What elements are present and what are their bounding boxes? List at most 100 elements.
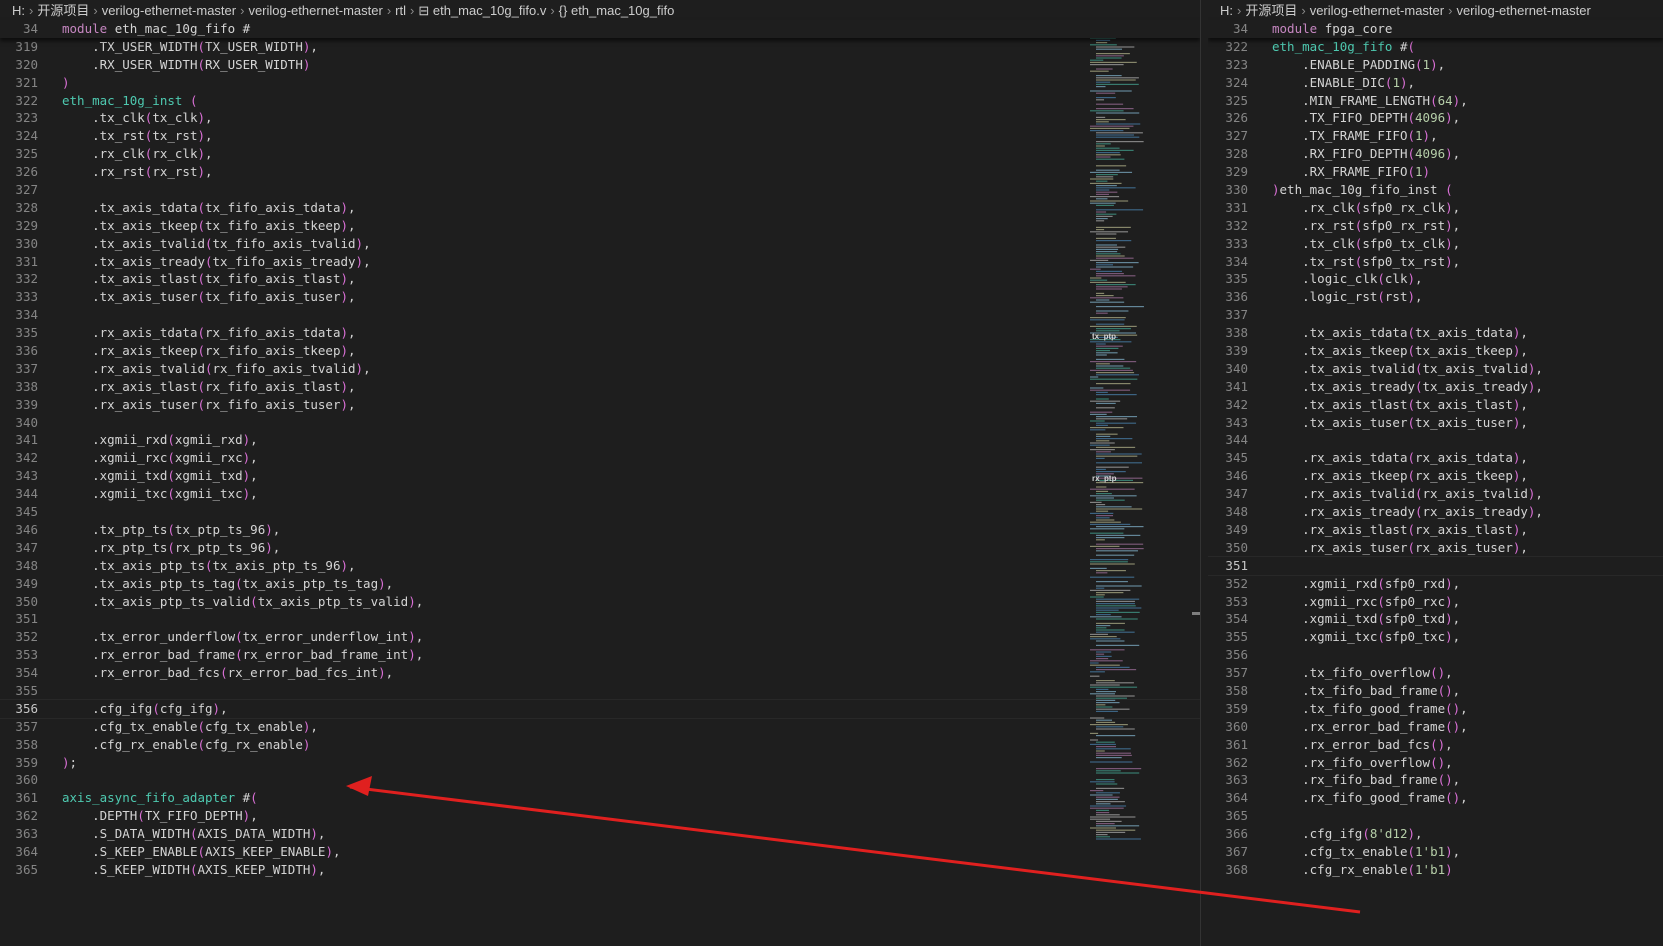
code-text[interactable]: .S_DATA_WIDTH(AXIS_DATA_WIDTH), — [62, 825, 325, 843]
code-text[interactable]: .tx_axis_tdata(tx_fifo_axis_tdata), — [62, 199, 355, 217]
code-line[interactable]: 343 .tx_axis_tuser(tx_axis_tuser), — [1208, 414, 1663, 432]
code-line[interactable]: 354 .rx_error_bad_fcs(rx_error_bad_fcs_i… — [0, 664, 1200, 682]
code-text[interactable]: .cfg_rx_enable(cfg_rx_enable) — [62, 736, 310, 754]
code-line[interactable]: 333 .tx_clk(sfp0_tx_clk), — [1208, 235, 1663, 253]
code-text[interactable]: .rx_axis_tuser(rx_fifo_axis_tuser), — [62, 396, 355, 414]
code-line[interactable]: 325 .MIN_FRAME_LENGTH(64), — [1208, 92, 1663, 110]
code-line[interactable]: 337 .rx_axis_tvalid(rx_fifo_axis_tvalid)… — [0, 360, 1200, 378]
code-line[interactable]: 326 .rx_rst(rx_rst), — [0, 163, 1200, 181]
code-line[interactable]: 346 .tx_ptp_ts(tx_ptp_ts_96), — [0, 521, 1200, 539]
code-line[interactable]: 355 .xgmii_txc(sfp0_txc), — [1208, 628, 1663, 646]
code-line[interactable]: 335 .logic_clk(clk), — [1208, 270, 1663, 288]
code-text[interactable]: .xgmii_rxd(sfp0_rxd), — [1272, 575, 1460, 593]
code-line[interactable]: 365 .S_KEEP_WIDTH(AXIS_KEEP_WIDTH), — [0, 861, 1200, 879]
code-line[interactable]: 344 — [1208, 431, 1663, 449]
code-line[interactable]: 331 .rx_clk(sfp0_rx_clk), — [1208, 199, 1663, 217]
code-text[interactable]: .rx_fifo_bad_frame(), — [1272, 771, 1460, 789]
code-line[interactable]: 363 .rx_fifo_bad_frame(), — [1208, 771, 1663, 789]
code-text[interactable]: .tx_axis_ptp_ts_tag(tx_axis_ptp_ts_tag), — [62, 575, 393, 593]
code-line[interactable]: 365 — [1208, 807, 1663, 825]
code-line[interactable]: 367 .cfg_tx_enable(1'b1), — [1208, 843, 1663, 861]
breadcrumb-item[interactable]: 开源项目 — [1245, 3, 1297, 18]
code-text[interactable]: .rx_axis_tuser(rx_axis_tuser), — [1272, 539, 1528, 557]
code-text[interactable]: .rx_rst(sfp0_rx_rst), — [1272, 217, 1460, 235]
code-line[interactable]: 350 .tx_axis_ptp_ts_valid(tx_axis_ptp_ts… — [0, 593, 1200, 611]
code-line[interactable]: 368 .cfg_rx_enable(1'b1) — [1208, 861, 1663, 879]
code-line[interactable]: 361 .rx_error_bad_fcs(), — [1208, 736, 1663, 754]
code-text[interactable]: .xgmii_rxd(xgmii_rxd), — [62, 431, 258, 449]
breadcrumb-item[interactable]: verilog-ethernet-master — [102, 3, 236, 18]
code-text[interactable]: .DEPTH(TX_FIFO_DEPTH), — [62, 807, 258, 825]
code-line[interactable]: 330)eth_mac_10g_fifo_inst ( — [1208, 181, 1663, 199]
code-text[interactable]: .xgmii_txd(xgmii_txd), — [62, 467, 258, 485]
code-text[interactable]: module fpga_core — [1272, 20, 1392, 38]
code-text[interactable]: eth_mac_10g_inst ( — [62, 92, 197, 110]
code-line[interactable]: 351 — [0, 610, 1200, 628]
code-text[interactable]: .cfg_ifg(cfg_ifg), — [62, 700, 228, 718]
code-text[interactable]: .logic_clk(clk), — [1272, 270, 1422, 288]
code-line[interactable]: 363 .S_DATA_WIDTH(AXIS_DATA_WIDTH), — [0, 825, 1200, 843]
code-line[interactable]: 334 .tx_rst(sfp0_tx_rst), — [1208, 253, 1663, 271]
code-text[interactable]: .RX_USER_WIDTH(RX_USER_WIDTH) — [62, 56, 310, 74]
code-line[interactable]: 350 .rx_axis_tuser(rx_axis_tuser), — [1208, 539, 1663, 557]
code-line[interactable]: 324 .tx_rst(tx_rst), — [0, 127, 1200, 145]
code-line[interactable]: 347 .rx_ptp_ts(rx_ptp_ts_96), — [0, 539, 1200, 557]
code-text[interactable]: .S_KEEP_ENABLE(AXIS_KEEP_ENABLE), — [62, 843, 340, 861]
sticky-scroll-header[interactable]: 34 module fpga_core — [1208, 20, 1663, 38]
code-line[interactable]: 338 .tx_axis_tdata(tx_axis_tdata), — [1208, 324, 1663, 342]
code-text[interactable]: .tx_clk(tx_clk), — [62, 109, 212, 127]
code-line[interactable]: 346 .rx_axis_tkeep(rx_axis_tkeep), — [1208, 467, 1663, 485]
code-line[interactable]: 334 — [0, 306, 1200, 324]
code-line[interactable]: 338 .rx_axis_tlast(rx_fifo_axis_tlast), — [0, 378, 1200, 396]
code-line[interactable]: 328 .RX_FIFO_DEPTH(4096), — [1208, 145, 1663, 163]
code-line[interactable]: 344 .xgmii_txc(xgmii_txc), — [0, 485, 1200, 503]
code-line[interactable]: 343 .xgmii_txd(xgmii_txd), — [0, 467, 1200, 485]
code-text[interactable]: .tx_axis_ptp_ts(tx_axis_ptp_ts_96), — [62, 557, 355, 575]
code-text[interactable]: .xgmii_txd(sfp0_txd), — [1272, 610, 1460, 628]
code-line[interactable]: 354 .xgmii_txd(sfp0_txd), — [1208, 610, 1663, 628]
code-text[interactable]: .tx_axis_tvalid(tx_axis_tvalid), — [1272, 360, 1543, 378]
code-line[interactable]: 322 eth_mac_10g_inst ( — [0, 92, 1200, 110]
code-text[interactable]: .rx_error_bad_fcs(rx_error_bad_fcs_int), — [62, 664, 393, 682]
code-line[interactable]: 353 .rx_error_bad_frame(rx_error_bad_fra… — [0, 646, 1200, 664]
breadcrumb-item[interactable]: 开源项目 — [37, 3, 89, 18]
code-editor[interactable]: 34 module fpga_core 322 eth_mac_10g_fifo #(… — [1208, 20, 1663, 879]
breadcrumb-item[interactable]: verilog-ethernet-master — [1456, 3, 1590, 18]
code-line[interactable]: 352 .xgmii_rxd(sfp0_rxd), — [1208, 575, 1663, 593]
code-text[interactable]: .xgmii_rxc(sfp0_rxc), — [1272, 593, 1460, 611]
code-line[interactable]: 327 .TX_FRAME_FIFO(1), — [1208, 127, 1663, 145]
code-text[interactable]: .TX_FIFO_DEPTH(4096), — [1272, 109, 1460, 127]
code-text[interactable]: .rx_clk(rx_clk), — [62, 145, 212, 163]
code-line[interactable]: 339 .tx_axis_tkeep(tx_axis_tkeep), — [1208, 342, 1663, 360]
code-line[interactable]: 345 .rx_axis_tdata(rx_axis_tdata), — [1208, 449, 1663, 467]
code-line[interactable]: 330 .tx_axis_tvalid(tx_fifo_axis_tvalid)… — [0, 235, 1200, 253]
code-line[interactable]: 341 .tx_axis_tready(tx_axis_tready), — [1208, 378, 1663, 396]
code-line[interactable]: 329 .RX_FRAME_FIFO(1) — [1208, 163, 1663, 181]
code-text[interactable]: .rx_axis_tdata(rx_fifo_axis_tdata), — [62, 324, 355, 342]
code-text[interactable]: .ENABLE_DIC(1), — [1272, 74, 1415, 92]
code-line[interactable]: 357 .cfg_tx_enable(cfg_tx_enable), — [0, 718, 1200, 736]
code-text[interactable]: .tx_clk(sfp0_tx_clk), — [1272, 235, 1460, 253]
code-line[interactable]: 328 .tx_axis_tdata(tx_fifo_axis_tdata), — [0, 199, 1200, 217]
code-text[interactable]: .rx_error_bad_frame(rx_error_bad_frame_i… — [62, 646, 423, 664]
code-text[interactable]: .tx_axis_tkeep(tx_fifo_axis_tkeep), — [62, 217, 355, 235]
code-line[interactable]: 366 .cfg_ifg(8'd12), — [1208, 825, 1663, 843]
scrollbar-thumb[interactable] — [1192, 612, 1200, 615]
code-text[interactable]: .rx_axis_tkeep(rx_axis_tkeep), — [1272, 467, 1528, 485]
code-line[interactable]: 327 — [0, 181, 1200, 199]
code-text[interactable]: .rx_axis_tvalid(rx_fifo_axis_tvalid), — [62, 360, 371, 378]
code-text[interactable]: ) — [62, 74, 70, 92]
code-line[interactable]: 356 .cfg_ifg(cfg_ifg), — [0, 698, 1200, 719]
code-line[interactable]: 364 .rx_fifo_good_frame(), — [1208, 789, 1663, 807]
code-line[interactable]: 345 — [0, 503, 1200, 521]
code-text[interactable]: .tx_fifo_bad_frame(), — [1272, 682, 1460, 700]
code-text[interactable]: .tx_axis_tdata(tx_axis_tdata), — [1272, 324, 1528, 342]
code-text[interactable]: .rx_ptp_ts(rx_ptp_ts_96), — [62, 539, 280, 557]
code-line[interactable]: 359); — [0, 754, 1200, 772]
code-text[interactable]: .RX_FRAME_FIFO(1) — [1272, 163, 1430, 181]
code-line[interactable]: 332 .rx_rst(sfp0_rx_rst), — [1208, 217, 1663, 235]
code-text[interactable]: .rx_error_bad_fcs(), — [1272, 736, 1453, 754]
code-text[interactable]: .tx_error_underflow(tx_error_underflow_i… — [62, 628, 423, 646]
code-line[interactable]: 347 .rx_axis_tvalid(rx_axis_tvalid), — [1208, 485, 1663, 503]
code-text[interactable]: .S_KEEP_WIDTH(AXIS_KEEP_WIDTH), — [62, 861, 325, 879]
